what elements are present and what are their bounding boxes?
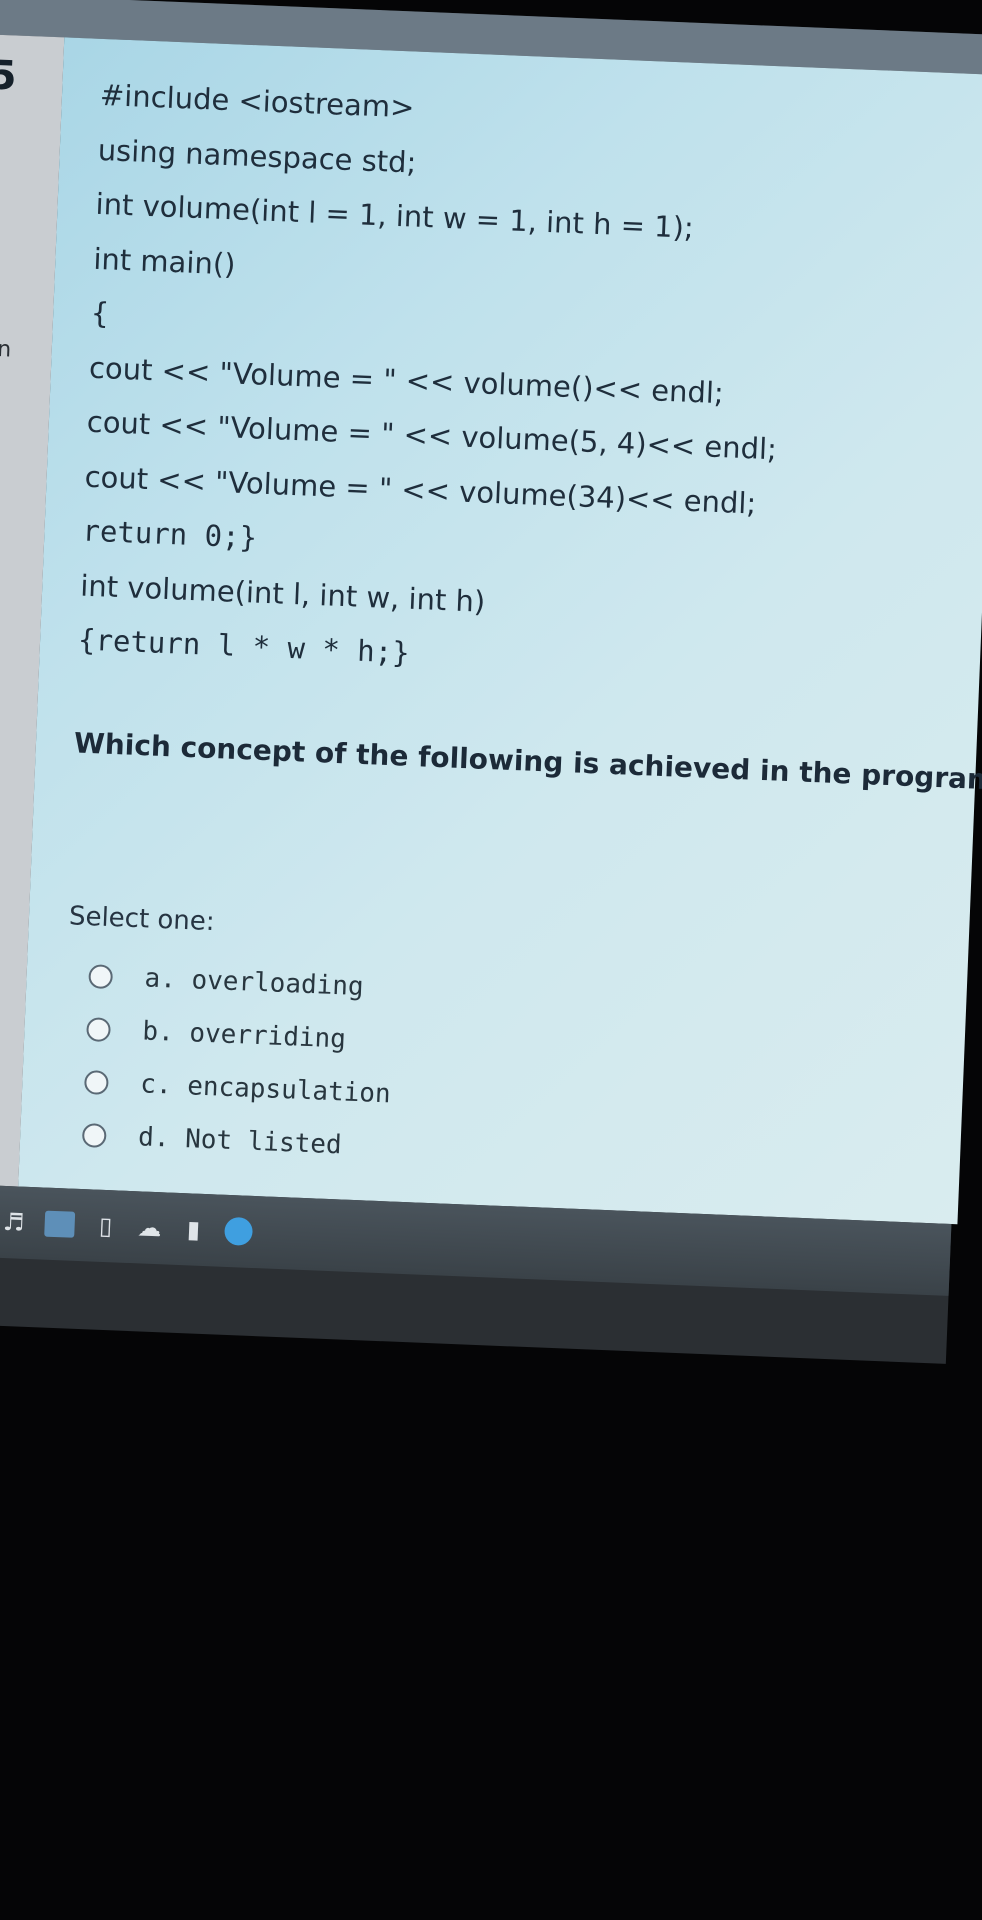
select-one-label: Select one: <box>68 901 216 938</box>
laptop-screen: 5 on #include <iostream> using namespace… <box>0 0 982 1364</box>
answer-options: a. overloading b. overriding c. encapsul… <box>63 948 396 1173</box>
radio-button[interactable] <box>83 1069 109 1095</box>
keyboard-icon[interactable] <box>44 1210 76 1238</box>
option-label[interactable]: b. overriding <box>142 1016 347 1054</box>
side-label: on <box>0 336 12 363</box>
option-label[interactable]: c. encapsulation <box>140 1069 391 1109</box>
photo-frame: 5 on #include <iostream> using namespace… <box>0 0 982 1920</box>
question-text: Which concept of the following is achiev… <box>73 726 982 798</box>
cloud-icon[interactable]: ☁ <box>136 1213 163 1242</box>
radio-button[interactable] <box>81 1122 107 1148</box>
volume-icon[interactable]: ♬ <box>0 1208 27 1237</box>
usb-icon[interactable]: ▯ <box>92 1212 119 1241</box>
option-label[interactable]: a. overloading <box>144 963 364 1002</box>
question-number: 5 <box>0 52 18 100</box>
battery-icon[interactable]: ▮ <box>180 1215 207 1244</box>
code-block: #include <iostream> using namespace std;… <box>77 75 791 702</box>
chrome-icon[interactable] <box>223 1216 254 1246</box>
radio-button[interactable] <box>88 963 114 989</box>
question-panel: #include <iostream> using namespace std;… <box>18 37 982 1225</box>
radio-button[interactable] <box>86 1016 112 1042</box>
option-label[interactable]: d. Not listed <box>138 1122 343 1160</box>
